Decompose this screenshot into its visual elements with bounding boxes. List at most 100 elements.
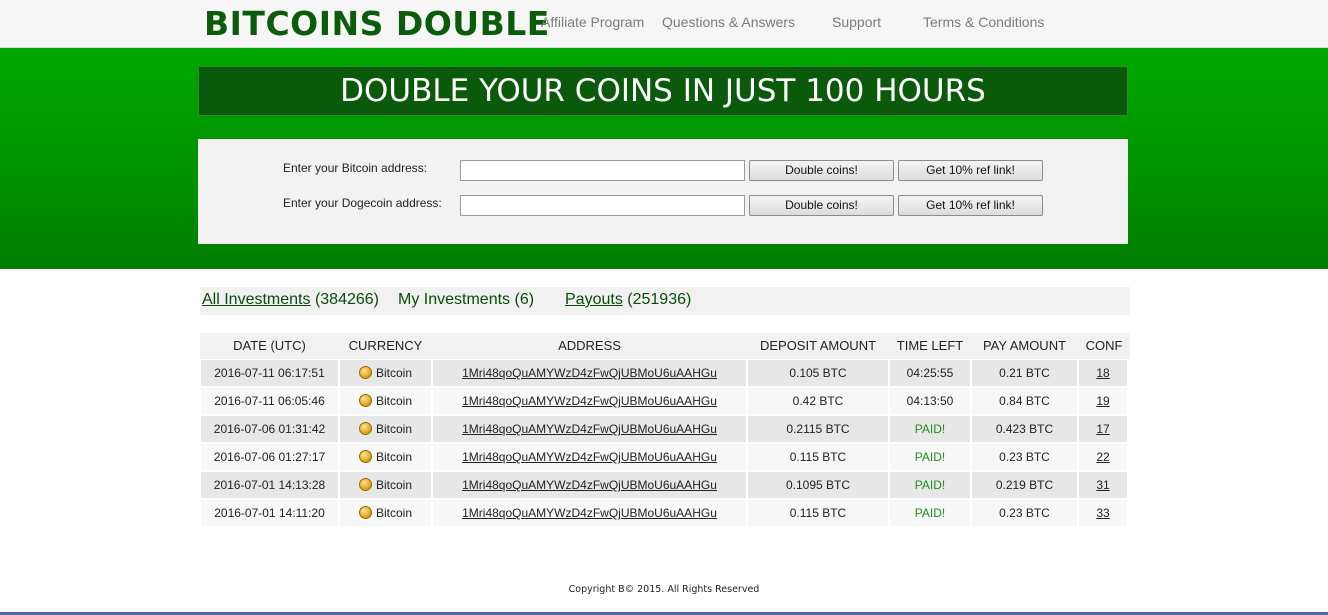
cell-date-text: 2016-07-01 14:11:20 [214,506,325,520]
tab-all-investments[interactable]: All Investments (384266) [202,291,379,309]
confirmations-link[interactable]: 17 [1096,422,1109,436]
confirmations-link[interactable]: 18 [1096,366,1109,380]
cell-pay-amount: 0.219 BTC [972,472,1077,498]
address-link[interactable]: 1Mri48qoQuAMYWzD4zFwQjUBMoU6uAAHGu [462,394,717,408]
top-nav-bar: BITCOINS DOUBLE Affiliate Program Questi… [0,0,1328,48]
tab-my-investments-count: (6) [514,291,535,308]
bitcoin-coin-icon [358,394,372,407]
bitcoin-double-coins-button[interactable]: Double coins! [749,160,894,181]
cell-pay-amount-text: 0.23 BTC [999,450,1050,464]
cell-currency: Bitcoin [340,472,431,498]
cell-time-left: PAID! [890,416,970,442]
cell-address[interactable]: 1Mri48qoQuAMYWzD4zFwQjUBMoU6uAAHGu [433,500,746,526]
tab-my-investments[interactable]: My Investments (6) [398,291,534,309]
cell-date-text: 2016-07-11 06:17:51 [214,366,325,380]
table-row: 2016-07-01 14:11:20 Bitcoin 1Mri48qoQuAMYW… [200,499,1130,527]
cell-time-left: PAID! [890,444,970,470]
cell-conf[interactable]: 31 [1079,472,1127,498]
cell-deposit-amount-text: 0.115 BTC [789,506,847,520]
cell-pay-amount-text: 0.84 BTC [999,394,1050,408]
cell-conf[interactable]: 18 [1079,360,1127,386]
cell-deposit-amount: 0.115 BTC [748,500,888,526]
cell-address[interactable]: 1Mri48qoQuAMYWzD4zFwQjUBMoU6uAAHGu [433,416,746,442]
bitcoin-coin-icon [358,506,372,519]
cell-pay-amount: 0.423 BTC [972,416,1077,442]
cell-conf[interactable]: 33 [1079,500,1127,526]
tab-all-investments-label[interactable]: All Investments [202,291,310,308]
cell-deposit-amount-text: 0.42 BTC [792,394,844,408]
paid-status: PAID! [914,478,946,492]
address-link[interactable]: 1Mri48qoQuAMYWzD4zFwQjUBMoU6uAAHGu [462,366,717,380]
tab-all-investments-count: (384266) [314,291,379,308]
cell-date-text: 2016-07-11 06:05:46 [214,394,325,408]
table-row: 2016-07-01 14:13:28 Bitcoin 1Mri48qoQuAMYW… [200,471,1130,499]
cell-deposit-amount: 0.1095 BTC [748,472,888,498]
nav-affiliate-program[interactable]: Affiliate Program [541,14,644,30]
confirmations-link[interactable]: 33 [1096,506,1109,520]
confirmations-link[interactable]: 31 [1096,478,1109,492]
cell-time-left-text: 04:13:50 [906,394,954,408]
dogecoin-ref-link-button[interactable]: Get 10% ref link! [898,195,1043,216]
cell-conf[interactable]: 19 [1079,388,1127,414]
tab-payouts-count: (251936) [627,291,692,308]
cell-pay-amount-text: 0.23 BTC [999,506,1050,520]
cell-address[interactable]: 1Mri48qoQuAMYWzD4zFwQjUBMoU6uAAHGu [433,388,746,414]
tab-payouts[interactable]: Payouts (251936) [565,291,691,309]
cell-pay-amount-text: 0.21 BTC [999,366,1050,380]
bitcoin-address-input[interactable] [460,160,745,181]
cell-deposit-amount-text: 0.115 BTC [789,450,847,464]
cell-pay-amount-text: 0.423 BTC [995,422,1054,436]
cell-conf[interactable]: 17 [1079,416,1127,442]
bitcoin-coin-icon [358,366,372,379]
investments-table: DATE (UTC) CURRENCY ADDRESS DEPOSIT AMOU… [200,333,1130,527]
confirmations-link[interactable]: 19 [1096,394,1109,408]
cell-date: 2016-07-01 14:13:28 [201,472,338,498]
cell-date: 2016-07-11 06:05:46 [201,388,338,414]
address-link[interactable]: 1Mri48qoQuAMYWzD4zFwQjUBMoU6uAAHGu [462,478,717,492]
footer-copyright: Copyright B© 2015. All Rights Reserved [568,584,760,595]
cell-date-text: 2016-07-01 14:13:28 [213,478,326,492]
currency-label: Bitcoin [375,478,413,492]
cell-pay-amount: 0.23 BTC [972,500,1077,526]
site-logo[interactable]: BITCOINS DOUBLE [204,4,550,43]
cell-address[interactable]: 1Mri48qoQuAMYWzD4zFwQjUBMoU6uAAHGu [433,360,746,386]
nav-support[interactable]: Support [832,14,881,30]
currency-label: Bitcoin [375,506,413,520]
cell-time-left: PAID! [890,500,970,526]
bitcoin-address-label: Enter your Bitcoin address: [283,161,428,175]
address-link[interactable]: 1Mri48qoQuAMYWzD4zFwQjUBMoU6uAAHGu [462,422,717,436]
header-address: ADDRESS [558,338,621,353]
address-link[interactable]: 1Mri48qoQuAMYWzD4zFwQjUBMoU6uAAHGu [462,506,717,520]
cell-currency: Bitcoin [340,500,431,526]
bitcoin-ref-link-button[interactable]: Get 10% ref link! [898,160,1043,181]
currency-label: Bitcoin [375,394,413,408]
cell-deposit-amount: 0.115 BTC [748,444,888,470]
table-header: DATE (UTC) CURRENCY ADDRESS DEPOSIT AMOU… [200,333,1130,359]
cell-deposit-amount-text: 0.105 BTC [789,366,847,380]
cell-time-left: 04:13:50 [890,388,970,414]
cell-deposit-amount: 0.42 BTC [748,388,888,414]
dogecoin-address-input[interactable] [460,195,745,216]
dogecoin-double-coins-button[interactable]: Double coins! [749,195,894,216]
currency-label: Bitcoin [375,366,413,380]
cell-address[interactable]: 1Mri48qoQuAMYWzD4zFwQjUBMoU6uAAHGu [433,472,746,498]
cell-date: 2016-07-06 01:27:17 [201,444,338,470]
header-currency: CURRENCY [348,338,423,353]
cell-conf[interactable]: 22 [1079,444,1127,470]
tab-payouts-label[interactable]: Payouts [565,291,623,308]
hero-banner: DOUBLE YOUR COINS IN JUST 100 HOURS [198,66,1128,116]
cell-pay-amount: 0.84 BTC [972,388,1077,414]
cell-pay-amount: 0.21 BTC [972,360,1077,386]
bitcoin-coin-icon [358,422,372,435]
cell-time-left: 04:25:55 [890,360,970,386]
table-body: 2016-07-11 06:17:51 Bitcoin 1Mri48qoQuAMYW… [200,359,1130,527]
tab-my-investments-label[interactable]: My Investments [398,291,510,308]
cell-currency: Bitcoin [340,360,431,386]
cell-time-left-text: 04:25:55 [906,366,954,380]
nav-terms-conditions[interactable]: Terms & Conditions [923,14,1044,30]
address-link[interactable]: 1Mri48qoQuAMYWzD4zFwQjUBMoU6uAAHGu [462,450,717,464]
nav-questions-answers[interactable]: Questions & Answers [662,14,795,30]
confirmations-link[interactable]: 22 [1096,450,1109,464]
cell-address[interactable]: 1Mri48qoQuAMYWzD4zFwQjUBMoU6uAAHGu [433,444,746,470]
cell-deposit-amount: 0.105 BTC [748,360,888,386]
